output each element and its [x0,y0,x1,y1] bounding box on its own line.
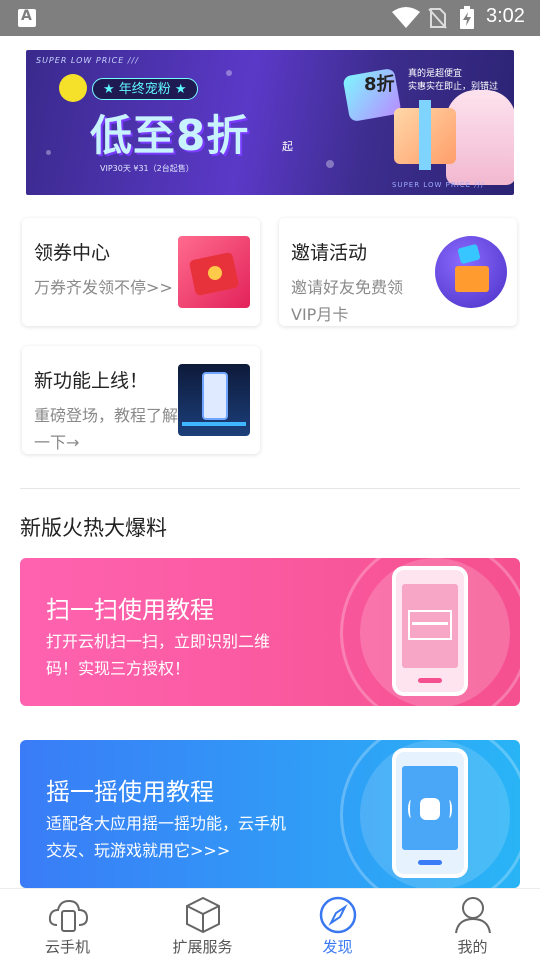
tab-label: 发现 [322,938,353,956]
tab-cloud-phone[interactable]: 云手机 [0,889,135,961]
promo-title: 扫一扫使用教程 [46,596,214,624]
bottom-tab-bar: 云手机 扩展服务 发现 我的 [0,888,540,960]
banner-headline: 低至8折 [90,111,250,160]
tab-label: 云手机 [44,938,90,956]
section-title: 新版火热大爆料 [20,516,167,540]
scan-phone-icon [392,566,468,696]
tab-discover[interactable]: 发现 [270,889,405,961]
app-notification-icon: A [18,8,36,27]
shake-tutorial-banner[interactable]: 摇一摇使用教程 适配各大应用摇一摇功能，云手机交友、玩游戏就用它>>> [20,740,520,888]
tab-label: 扩展服务 [172,938,233,956]
tab-mine[interactable]: 我的 [405,889,540,961]
status-time: 3:02 [486,5,525,27]
card-desc: 邀请好友免费领VIP月卡 [291,278,404,324]
status-bar: A 3:02 [0,0,540,36]
tab-label: 我的 [457,938,488,956]
gift-ribbon [419,100,431,170]
coupon-center-card[interactable]: 领券中心 万券齐发领不停>> [22,218,260,326]
shake-phone-icon [392,748,468,878]
hand-illustration [446,90,514,185]
no-sim-icon [428,8,447,29]
scan-tutorial-banner[interactable]: 扫一扫使用教程 打开云机扫一扫，立即识别二维码！实现三方授权！ [20,558,520,706]
banner-price-note: VIP30天 ¥31（2台起售） [100,164,194,173]
banner-pill: ★ 年终宠粉 ★ [92,78,198,100]
user-icon [455,897,491,934]
banner-headline-suffix: 起 [282,140,293,153]
red-envelope-image [178,236,250,308]
promo-desc: 打开云机扫一扫，立即识别二维码！实现三方授权！ [46,632,271,678]
invite-gift-image [435,236,507,308]
banner-caption: SUPER LOW PRICE /// [36,56,139,65]
promo-banner[interactable]: SUPER LOW PRICE /// ★ 年终宠粉 ★ 低至8折 起 VIP3… [26,50,514,195]
smiley-icon [59,74,87,102]
card-title: 领券中心 [34,242,111,264]
banner-badge: 8折 [364,74,395,95]
banner-footer-caption: SUPER LOW PRICE /// [392,181,485,189]
card-title: 新功能上线！ [34,370,149,392]
section-divider [20,488,520,489]
invite-activity-card[interactable]: 邀请活动 邀请好友免费领VIP月卡 [279,218,517,326]
compass-icon [319,896,357,934]
card-title: 邀请活动 [291,242,368,264]
cloud-phone-icon [48,899,89,932]
promo-desc: 适配各大应用摇一摇功能，云手机交友、玩游戏就用它>>> [46,814,287,860]
new-feature-card[interactable]: 新功能上线！ 重磅登场，教程了解一下→ [22,346,260,454]
card-desc: 重磅登场，教程了解一下→ [34,406,179,452]
promo-title: 摇一摇使用教程 [46,778,214,806]
tab-extension-service[interactable]: 扩展服务 [135,889,270,961]
wifi-icon [392,7,420,28]
battery-charging-icon [460,6,474,29]
card-desc: 万券齐发领不停>> [34,278,173,297]
feature-phone-image [178,364,250,436]
cube-icon [186,896,220,934]
